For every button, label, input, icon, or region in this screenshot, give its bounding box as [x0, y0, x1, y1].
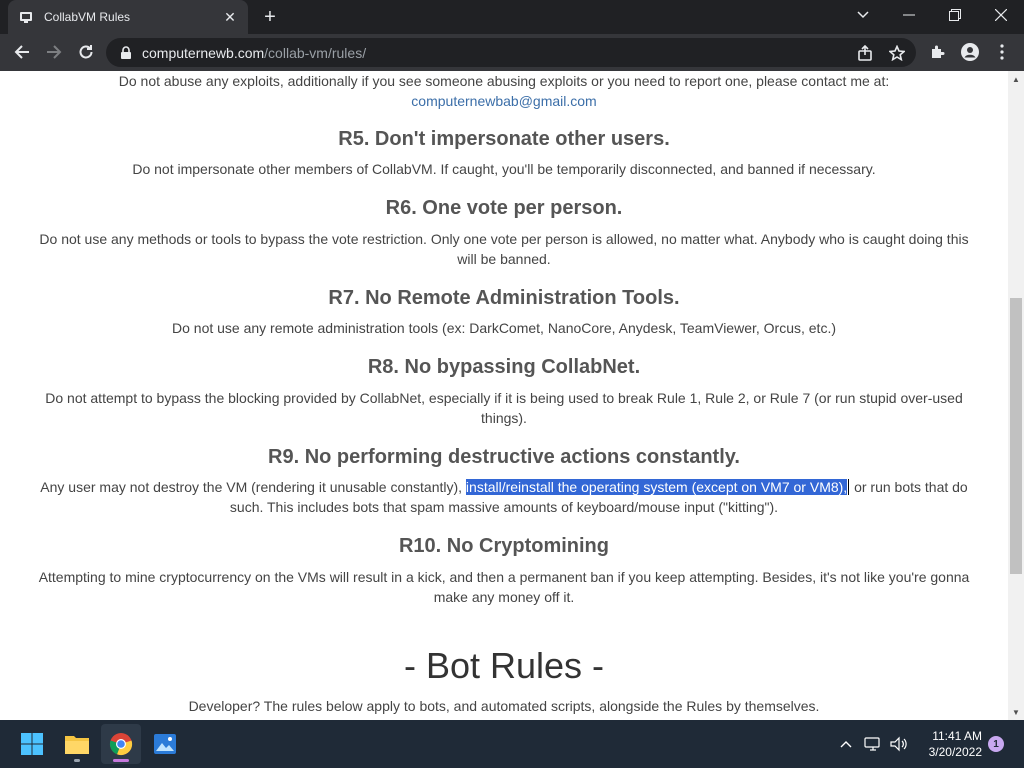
rule-r7-heading: R7. No Remote Administration Tools.: [328, 287, 680, 309]
rule-r9-heading: R9. No performing destructive actions co…: [268, 446, 740, 468]
tab-strip: CollabVM Rules ✕ +: [0, 0, 1024, 34]
reload-button[interactable]: [70, 36, 102, 68]
rule-r4-block: Do not abuse any exploits, additionally …: [30, 71, 978, 111]
extensions-puzzle-icon[interactable]: [926, 39, 950, 65]
chrome-icon[interactable]: [101, 724, 141, 764]
rule-r5-heading: R5. Don't impersonate other users.: [338, 128, 670, 150]
chrome-active-indicator: [113, 759, 129, 762]
tab-search-icon[interactable]: [840, 0, 886, 30]
rule-r5-text: Do not impersonate other members of Coll…: [132, 161, 876, 177]
bot-rules-title: - Bot Rules -: [403, 645, 605, 686]
site-favicon-icon: [18, 9, 34, 25]
rule-r10-text: Attempting to mine cryptocurrency on the…: [38, 569, 970, 605]
selected-text: install/reinstall the operating system (…: [465, 479, 848, 495]
scrollbar-thumb[interactable]: [1010, 298, 1022, 574]
tab-title: CollabVM Rules: [44, 10, 131, 24]
rule-r4-text: Do not abuse any exploits, additionally …: [118, 73, 890, 89]
photos-icon[interactable]: [145, 724, 185, 764]
browser-tab[interactable]: CollabVM Rules ✕: [8, 0, 248, 34]
url-path: /collab-vm/rules/: [264, 44, 367, 61]
rule-r10-heading: R10. No Cryptomining: [398, 535, 609, 557]
clock-date: 3/20/2022: [928, 745, 982, 759]
rule-r8-text: Do not attempt to bypass the blocking pr…: [45, 390, 963, 426]
forward-button[interactable]: [38, 36, 70, 68]
bookmark-star-icon[interactable]: [888, 44, 906, 62]
start-icon[interactable]: [12, 724, 52, 764]
network-icon[interactable]: [862, 720, 884, 768]
volume-icon[interactable]: [888, 720, 910, 768]
rule-r8-heading: R8. No bypassing CollabNet.: [367, 356, 641, 378]
new-tab-button[interactable]: +: [258, 5, 282, 29]
rule-r6-heading: R6. One vote per person.: [385, 197, 623, 219]
share-icon[interactable]: [856, 44, 874, 62]
restore-button[interactable]: [932, 0, 978, 30]
system-clock[interactable]: 11:41 AM 3/20/2022: [912, 728, 982, 760]
browser-toolbar: computernewb.com/collab-vm/rules/: [0, 34, 1024, 71]
scroll-down-arrow-icon[interactable]: ▼: [1008, 704, 1024, 720]
back-button[interactable]: [6, 36, 38, 68]
rule-r7-text: Do not use any remote administration too…: [172, 320, 836, 336]
profile-avatar-icon[interactable]: [958, 39, 982, 65]
rule-r9-text-before: Any user may not destroy the VM (renderi…: [40, 479, 466, 495]
rule-r6-text: Do not use any methods or tools to bypas…: [39, 231, 969, 267]
scroll-up-arrow-icon[interactable]: ▲: [1008, 71, 1024, 87]
contact-email-link[interactable]: computernewbab@gmail.com: [30, 91, 978, 111]
windows-taskbar: 11:41 AM 3/20/2022: [0, 720, 1024, 768]
minimize-button[interactable]: [886, 0, 932, 30]
show-hidden-icons-icon[interactable]: [836, 720, 856, 768]
bot-rules-text: Developer? The rules below apply to bots…: [188, 698, 820, 714]
tab-close-icon[interactable]: ✕: [222, 9, 238, 25]
url-host: computernewb.com: [142, 44, 265, 61]
file-explorer-icon[interactable]: [57, 724, 97, 764]
file-explorer-indicator: [74, 759, 80, 762]
page-viewport: Do not abuse any exploits, additionally …: [0, 71, 1008, 720]
address-bar[interactable]: computernewb.com/collab-vm/rules/: [106, 38, 916, 67]
more-menu-icon[interactable]: [990, 39, 1014, 65]
lock-icon[interactable]: [118, 45, 134, 61]
clock-time: 11:41 AM: [932, 729, 982, 743]
notification-badge[interactable]: 1: [988, 736, 1004, 752]
close-window-button[interactable]: [978, 0, 1024, 30]
rule-r9-text: Any user may not destroy the VM (renderi…: [30, 477, 978, 517]
